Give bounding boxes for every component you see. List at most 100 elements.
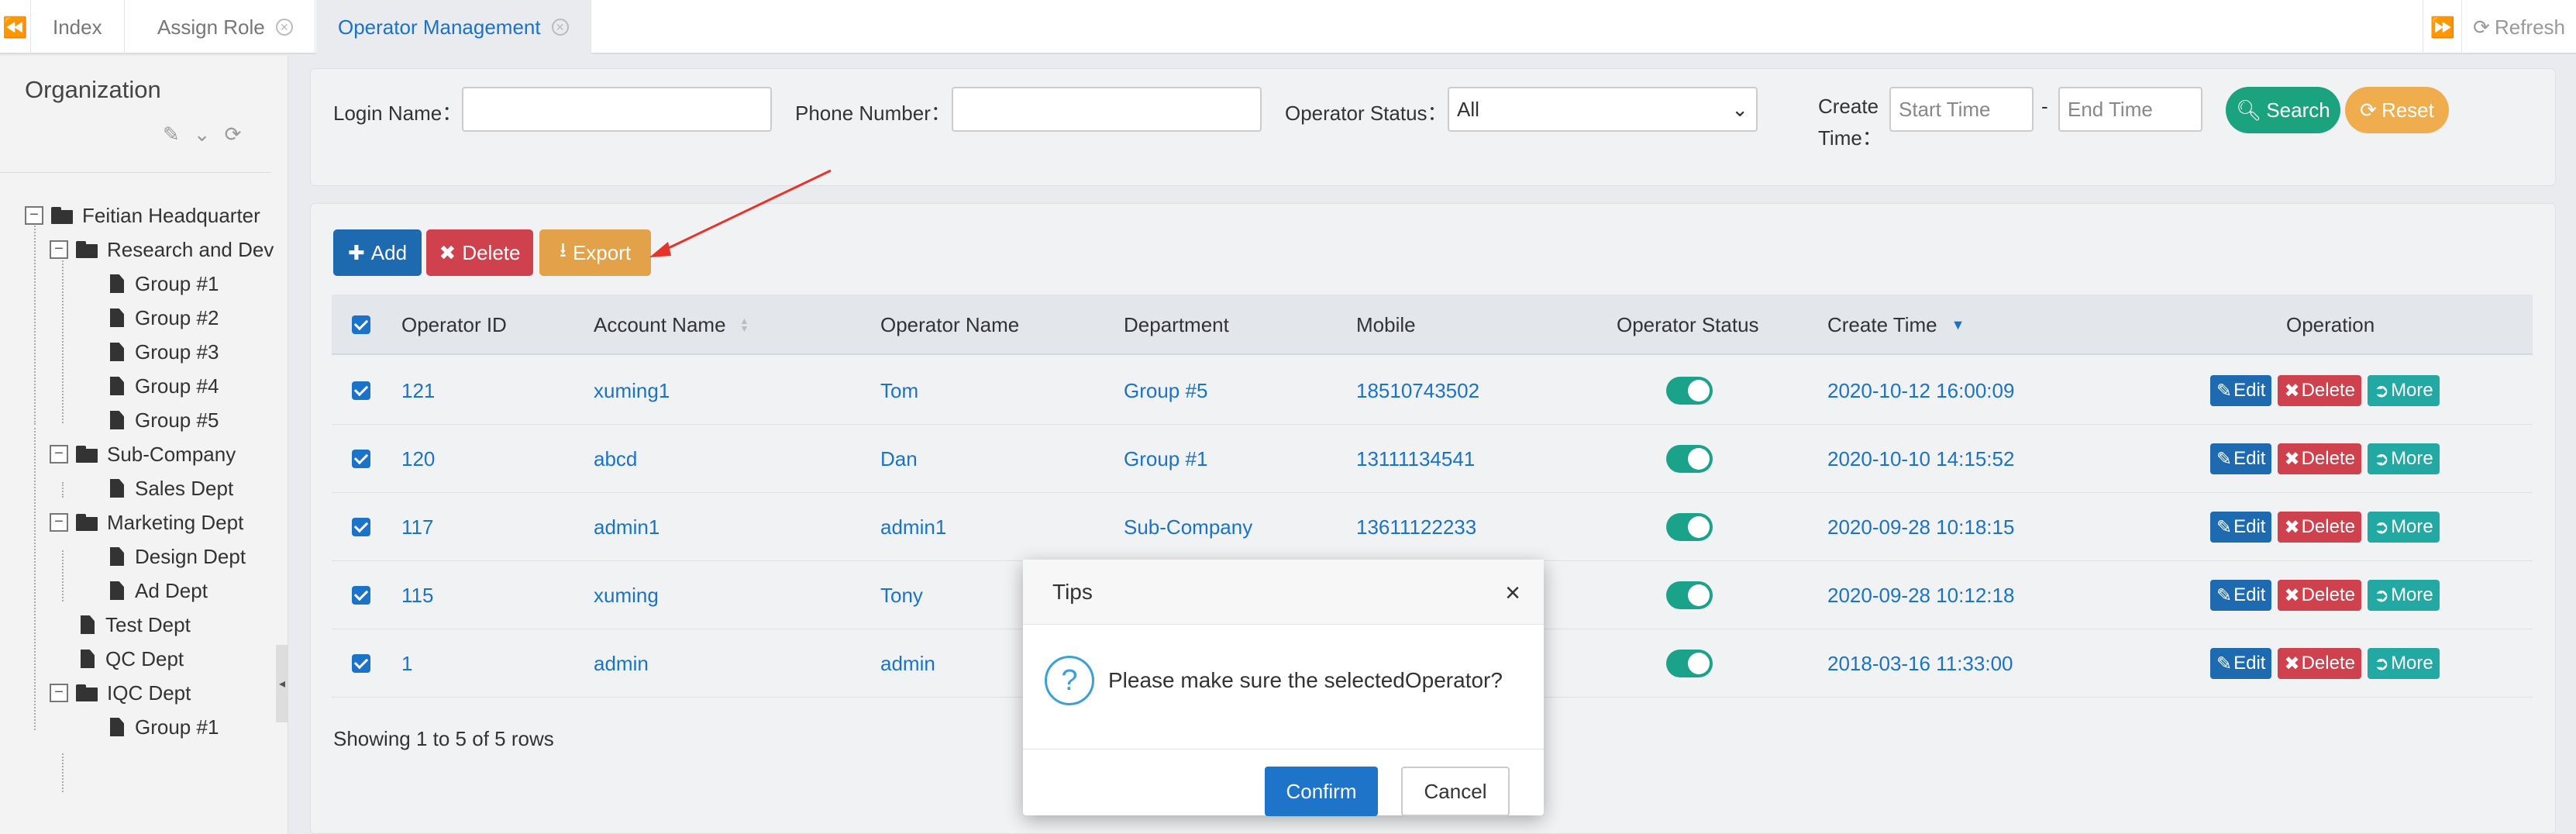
tab-index[interactable]: Index (31, 0, 125, 54)
close-tab-icon[interactable]: ✕ (551, 19, 569, 36)
checkbox-checked-icon (352, 450, 370, 468)
status-toggle[interactable] (1666, 561, 1713, 629)
edit-button[interactable]: ✎ Edit (2210, 443, 2272, 474)
column-header[interactable]: Operator Name (880, 295, 1019, 355)
table-row[interactable]: 120 abcd Dan Group #1 13111134541 2020-1… (332, 425, 2533, 493)
start-time-input[interactable]: Start Time (1889, 87, 2034, 132)
table-header: Operator ID Account Name ▲ ▼ Operator Nam… (332, 295, 2533, 355)
column-header[interactable]: Operator Status (1617, 295, 1759, 355)
column-header[interactable]: Department (1124, 295, 1229, 355)
row-checkbox[interactable] (352, 561, 370, 629)
tree-node[interactable]: Group #5 (110, 405, 219, 436)
status-toggle[interactable] (1666, 357, 1713, 425)
tree-node[interactable]: QC Dept (81, 643, 184, 674)
tree-node[interactable]: − IQC Dept (50, 677, 191, 708)
collapse-icon[interactable]: − (50, 445, 68, 464)
refresh-icon[interactable]: ⟳ (225, 122, 242, 146)
cell-account-name[interactable]: admin1 (594, 493, 659, 561)
cell-operator-name[interactable]: Tom (880, 357, 918, 425)
collapse-icon[interactable]: − (50, 684, 68, 702)
edit-button[interactable]: ✎ Edit (2210, 648, 2272, 679)
column-header[interactable]: Mobile (1356, 295, 1416, 355)
delete-row-button[interactable]: ✖ Delete (2278, 443, 2361, 474)
tree-node[interactable]: Design Dept (110, 541, 246, 572)
more-button[interactable]: ➲ More (2367, 443, 2440, 474)
cell-account-name[interactable]: abcd (594, 425, 637, 493)
add-button[interactable]: ✚ Add (333, 229, 422, 276)
cell-operation: ✎ Edit ✖ Delete ➲ More (2210, 493, 2446, 561)
row-checkbox[interactable] (352, 629, 370, 698)
confirm-button[interactable]: Confirm (1265, 767, 1378, 816)
delete-button[interactable]: ✖ Delete (426, 229, 533, 276)
tree-node[interactable]: Group #3 (110, 336, 219, 367)
status-toggle[interactable] (1666, 629, 1713, 698)
column-header[interactable]: Create Time ▼ (1827, 295, 1965, 355)
operator-status-select[interactable]: All ⌄ (1448, 87, 1758, 132)
delete-row-button[interactable]: ✖ Delete (2278, 375, 2361, 406)
sort-desc-icon[interactable]: ▼ (1951, 317, 1965, 333)
cell-operator-name[interactable]: Dan (880, 425, 918, 493)
tree-node[interactable]: Group #1 (110, 268, 219, 299)
tab-scroll-left-icon[interactable]: ⏪ (0, 0, 31, 54)
close-tab-icon[interactable]: ✕ (275, 19, 293, 36)
status-toggle[interactable] (1666, 493, 1713, 561)
status-toggle[interactable] (1666, 425, 1713, 493)
edit-icon[interactable]: ✎ (163, 122, 180, 146)
chevron-down-icon[interactable]: ⌄ (194, 122, 211, 146)
delete-row-button[interactable]: ✖ Delete (2278, 648, 2361, 679)
more-button[interactable]: ➲ More (2367, 375, 2440, 406)
cell-account-name[interactable]: admin (594, 629, 649, 698)
phone-number-input[interactable] (952, 87, 1262, 132)
column-header[interactable]: Operator ID (401, 295, 507, 355)
collapse-icon[interactable]: − (25, 206, 43, 225)
tab-label: Operator Management (338, 15, 541, 39)
close-icon[interactable]: × (1505, 578, 1520, 608)
login-name-input[interactable] (462, 87, 772, 132)
table-row[interactable]: 117 admin1 admin1 Sub-Company 1361112223… (332, 493, 2533, 561)
refresh-button[interactable]: ⟳ Refresh (2462, 16, 2576, 40)
tree-node[interactable]: − Sub-Company (50, 439, 236, 470)
tree-node[interactable]: Group #4 (110, 370, 219, 401)
tab-scroll-right-icon[interactable]: ⏩ (2423, 0, 2463, 54)
row-checkbox[interactable] (352, 357, 370, 425)
collapse-icon[interactable]: − (50, 513, 68, 532)
column-header[interactable]: Account Name ▲ ▼ (594, 295, 749, 355)
chevron-circle-right-icon: ➲ (2373, 380, 2390, 401)
collapse-sidebar-handle[interactable]: ◂ (276, 645, 288, 722)
more-button[interactable]: ➲ More (2367, 580, 2440, 611)
edit-button[interactable]: ✎ Edit (2210, 375, 2272, 406)
row-checkbox[interactable] (352, 493, 370, 561)
edit-button[interactable]: ✎ Edit (2210, 580, 2272, 611)
tree-node[interactable]: Group #1 (110, 712, 219, 743)
tab-operator-management[interactable]: Operator Management ✕ (316, 0, 591, 54)
tree-node[interactable]: − Marketing Dept (50, 507, 243, 538)
tree-node[interactable]: − Research and Dev (50, 234, 274, 265)
row-checkbox[interactable] (352, 425, 370, 493)
tree-node[interactable]: Ad Dept (110, 575, 208, 606)
delete-row-button[interactable]: ✖ Delete (2278, 512, 2361, 543)
cell-operator-name[interactable]: admin (880, 629, 935, 698)
reset-button[interactable]: ⟳ Reset (2345, 87, 2449, 133)
sort-icon[interactable]: ▲ ▼ (740, 316, 749, 333)
tab-assign-role[interactable]: Assign Role ✕ (136, 0, 315, 54)
collapse-icon[interactable]: − (50, 240, 68, 259)
cancel-button[interactable]: Cancel (1401, 767, 1510, 816)
table-row[interactable]: 121 xuming1 Tom Group #5 18510743502 202… (332, 357, 2533, 425)
select-all-checkbox[interactable] (352, 295, 370, 355)
cell-operation: ✎ Edit ✖ Delete ➲ More (2210, 425, 2446, 493)
cell-operator-name[interactable]: Tony (880, 561, 923, 629)
edit-button[interactable]: ✎ Edit (2210, 512, 2272, 543)
tree-node[interactable]: Group #2 (110, 302, 219, 333)
delete-row-button[interactable]: ✖ Delete (2278, 580, 2361, 611)
tree-node[interactable]: − Feitian Headquarter (25, 200, 260, 231)
more-button[interactable]: ➲ More (2367, 648, 2440, 679)
more-button[interactable]: ➲ More (2367, 512, 2440, 543)
export-button[interactable]: ⭳ Export (539, 229, 651, 276)
tree-node[interactable]: Test Dept (81, 609, 191, 640)
cell-account-name[interactable]: xuming (594, 561, 659, 629)
end-time-input[interactable]: End Time (2058, 87, 2202, 132)
cell-operator-name[interactable]: admin1 (880, 493, 946, 561)
search-button[interactable]: 🔍︎ Search (2226, 87, 2340, 133)
cell-account-name[interactable]: xuming1 (594, 357, 670, 425)
tree-node[interactable]: Sales Dept (110, 473, 233, 504)
